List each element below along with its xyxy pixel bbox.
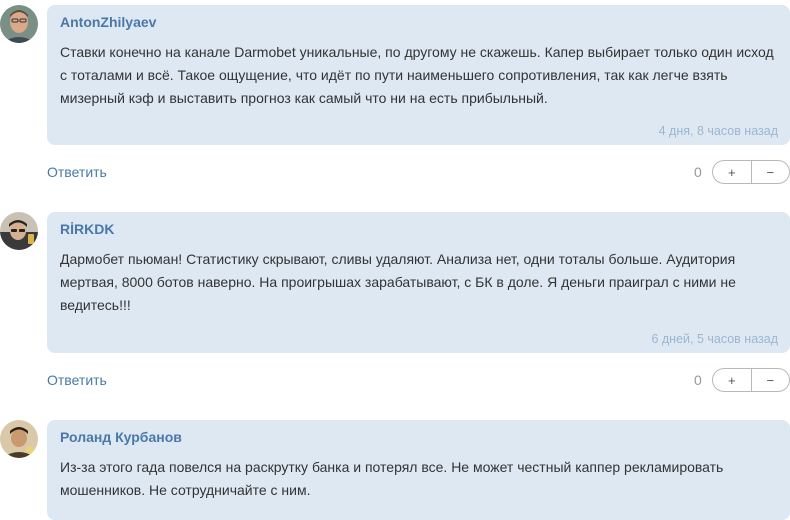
- comment-timestamp: 4 дня, 8 часов назад: [658, 124, 778, 138]
- comment-bubble: RİRKDK Дармобет пьюман! Статистику скрыв…: [47, 212, 790, 353]
- avatar[interactable]: [0, 212, 38, 250]
- comment-author[interactable]: Роланд Курбанов: [60, 429, 182, 445]
- user-avatar-icon: [0, 5, 38, 43]
- avatar[interactable]: [0, 420, 38, 458]
- comment-bubble: Роланд Курбанов Из-за этого гада повелся…: [47, 420, 790, 520]
- comment-author[interactable]: RİRKDK: [60, 221, 114, 237]
- avatar[interactable]: [0, 5, 38, 43]
- user-avatar-icon: [0, 212, 38, 250]
- comment-text: Дармобет пьюман! Статистику скрывают, сл…: [60, 251, 736, 313]
- vote-count: 0: [694, 164, 702, 180]
- vote-control: + −: [712, 160, 790, 184]
- downvote-button[interactable]: −: [752, 369, 790, 391]
- comment-timestamp: 6 дней, 5 часов назад: [651, 332, 778, 346]
- user-avatar-icon: [0, 420, 38, 458]
- comment-actions: Ответить 0 + −: [47, 160, 790, 186]
- upvote-button[interactable]: +: [713, 161, 752, 183]
- comment-actions: Ответить 0 + −: [47, 368, 790, 394]
- reply-link[interactable]: Ответить: [47, 372, 107, 388]
- vote-count: 0: [694, 372, 702, 388]
- downvote-button[interactable]: −: [752, 161, 790, 183]
- comment-text: Ставки конечно на канале Darmobet уникал…: [60, 44, 774, 106]
- reply-link[interactable]: Ответить: [47, 164, 107, 180]
- comment-author[interactable]: AntonZhilyaev: [60, 14, 156, 30]
- comment-bubble: AntonZhilyaev Ставки конечно на канале D…: [47, 5, 790, 145]
- comment-text: Из-за этого гада повелся на раскрутку ба…: [60, 459, 724, 498]
- upvote-button[interactable]: +: [713, 369, 752, 391]
- vote-control: + −: [712, 368, 790, 392]
